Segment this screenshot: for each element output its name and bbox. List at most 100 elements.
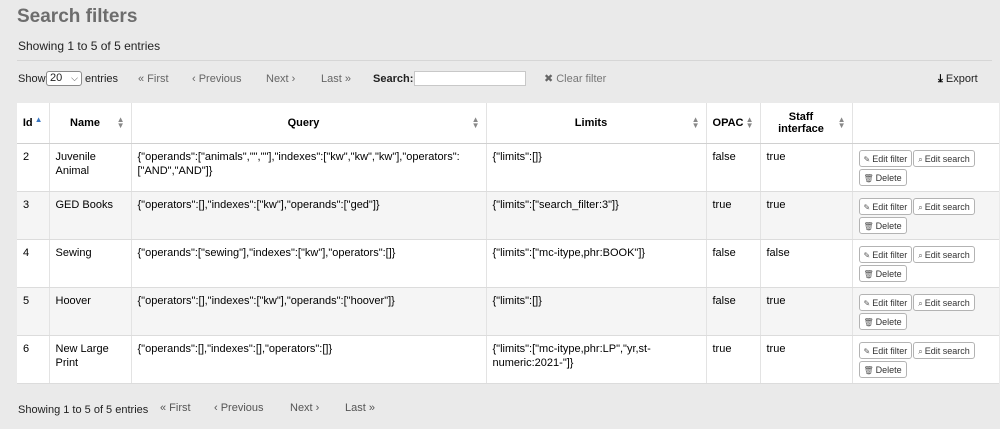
sort-icon: ▲ ▼ (745, 114, 754, 130)
cell-actions: ✎ Edit filter ⌕ Edit search 🗑 Delete (852, 335, 999, 384)
edit-search-button[interactable]: ⌕ Edit search (913, 149, 975, 167)
cell-actions: ✎ Edit filter ⌕ Edit search 🗑 Delete (852, 239, 999, 288)
column-header-id[interactable]: Id ▲ (17, 103, 50, 144)
cell-limits: {"limits":["mc-itype,phr:LP","yr,st-nume… (486, 335, 707, 384)
cell-limits: {"limits":["search_filter:3"]} (486, 191, 707, 240)
column-header-limits[interactable]: Limits ▲ ▼ (486, 103, 707, 144)
pencil-icon: ✎ (863, 250, 871, 260)
divider (17, 60, 992, 61)
last-page-button-bottom[interactable]: Last » (345, 402, 375, 414)
delete-button[interactable]: 🗑 Delete (858, 312, 907, 330)
search-icon: ⌕ (918, 298, 923, 308)
edit-filter-button[interactable]: ✎ Edit filter (858, 149, 913, 167)
entries-label: entries (85, 73, 119, 85)
table-info-top: Showing 1 to 5 of 5 entries (18, 39, 161, 53)
column-header-name[interactable]: Name ▲ ▼ (49, 103, 132, 144)
cell-staff-interface: true (760, 191, 853, 240)
cell-query: {"operands":["sewing"],"indexes":["kw"],… (131, 239, 487, 288)
cell-query: {"operands":[],"indexes":[],"operators":… (131, 335, 487, 384)
column-header-query[interactable]: Query ▲ ▼ (131, 103, 487, 144)
search-label: Search: (373, 73, 414, 85)
cell-name: Juvenile Animal (49, 143, 132, 192)
cell-query: {"operators":[],"indexes":["kw"],"operan… (131, 287, 487, 336)
delete-button[interactable]: 🗑 Delete (858, 168, 907, 186)
table-row: 3 GED Books {"operators":[],"indexes":["kw… (17, 191, 999, 240)
edit-filter-button[interactable]: ✎ Edit filter (858, 197, 913, 215)
delete-button[interactable]: 🗑 Delete (858, 264, 907, 282)
search-icon: ⌕ (918, 202, 923, 212)
delete-button[interactable]: 🗑 Delete (858, 216, 907, 234)
page-title: Search filters (17, 6, 138, 27)
cell-id: 3 (17, 191, 50, 240)
export-label: Export (945, 73, 978, 85)
cell-id: 2 (17, 143, 50, 192)
sort-icon: ▲ ▼ (691, 114, 700, 130)
previous-page-button[interactable]: ‹ Previous (192, 71, 242, 87)
cell-opac: false (706, 143, 761, 192)
cell-opac: false (706, 239, 761, 288)
sort-icon: ▲ ▼ (116, 114, 125, 130)
trash-icon: 🗑 (863, 221, 874, 231)
table-row: 2 Juvenile Animal {"operands":["animals","… (17, 143, 999, 192)
edit-search-button[interactable]: ⌕ Edit search (913, 245, 975, 263)
export-button[interactable]: ⤓ Export (938, 71, 978, 87)
cell-staff-interface: true (760, 287, 853, 336)
cell-actions: ✎ Edit filter ⌕ Edit search 🗑 Delete (852, 143, 999, 192)
cell-id: 4 (17, 239, 50, 288)
cell-limits: {"limits":["mc-itype,phr:BOOK"]} (486, 239, 707, 288)
trash-icon: 🗑 (863, 173, 874, 183)
edit-filter-button[interactable]: ✎ Edit filter (858, 293, 913, 311)
table-row: 4 Sewing {"operands":["sewing"],"indexes":… (17, 239, 999, 288)
pencil-icon: ✎ (863, 298, 871, 308)
cell-name: GED Books (49, 191, 132, 240)
trash-icon: 🗑 (863, 365, 874, 375)
page-size-value: 20 (50, 72, 63, 84)
cell-staff-interface: false (760, 239, 853, 288)
last-page-button[interactable]: Last » (321, 71, 351, 87)
column-header-opac[interactable]: OPAC ▲ ▼ (706, 103, 761, 144)
search-input[interactable] (414, 71, 526, 86)
cell-limits: {"limits":[]} (486, 143, 707, 192)
cell-actions: ✎ Edit filter ⌕ Edit search 🗑 Delete (852, 287, 999, 336)
cell-limits: {"limits":[]} (486, 287, 707, 336)
pencil-icon: ✎ (863, 202, 871, 212)
next-page-button-bottom[interactable]: Next › (290, 402, 319, 414)
previous-page-button-bottom[interactable]: ‹ Previous (214, 402, 264, 414)
cell-name: Sewing (49, 239, 132, 288)
cell-staff-interface: true (760, 335, 853, 384)
cell-id: 5 (17, 287, 50, 336)
cell-name: Hoover (49, 287, 132, 336)
delete-button[interactable]: 🗑 Delete (858, 360, 907, 378)
column-header-actions (852, 103, 999, 144)
cell-opac: false (706, 287, 761, 336)
pencil-icon: ✎ (863, 154, 871, 164)
search-filters-table: Id ▲ Name ▲ ▼ Query ▲ ▼ Limits ▲ ▼ OPAC ▲ ▼ Staff… (17, 103, 999, 384)
table-info-bottom: Showing 1 to 5 of 5 entries (18, 404, 149, 416)
edit-filter-button[interactable]: ✎ Edit filter (858, 341, 913, 359)
chevron-down-icon: ⌵ (71, 73, 78, 83)
clear-filter-button[interactable]: ✖ Clear filter (544, 71, 606, 87)
search-icon: ⌕ (918, 346, 923, 356)
cell-query: {"operands":["animals","",""],"indexes":… (131, 143, 487, 192)
next-page-button[interactable]: Next › (266, 71, 295, 87)
edit-search-button[interactable]: ⌕ Edit search (913, 197, 975, 215)
edit-filter-button[interactable]: ✎ Edit filter (858, 245, 913, 263)
search-icon: ⌕ (918, 250, 923, 260)
edit-search-button[interactable]: ⌕ Edit search (913, 293, 975, 311)
sort-icon: ▲ ▼ (837, 114, 846, 130)
cell-staff-interface: true (760, 143, 853, 192)
search-icon: ⌕ (918, 154, 923, 164)
cell-name: New Large Print (49, 335, 132, 384)
show-label: Show (18, 73, 46, 85)
cell-opac: true (706, 191, 761, 240)
pencil-icon: ✎ (863, 346, 871, 356)
first-page-button-bottom[interactable]: « First (160, 402, 191, 414)
sort-ascending-icon: ▲ (34, 114, 43, 124)
cell-query: {"operators":[],"indexes":["kw"],"operan… (131, 191, 487, 240)
close-icon: ✖ (544, 73, 554, 85)
page-size-select[interactable]: 20 ⌵ (46, 71, 82, 86)
edit-search-button[interactable]: ⌕ Edit search (913, 341, 975, 359)
column-header-staff-interface[interactable]: Staff interface ▲ ▼ (760, 103, 853, 144)
first-page-button[interactable]: « First (138, 71, 169, 87)
cell-opac: true (706, 335, 761, 384)
